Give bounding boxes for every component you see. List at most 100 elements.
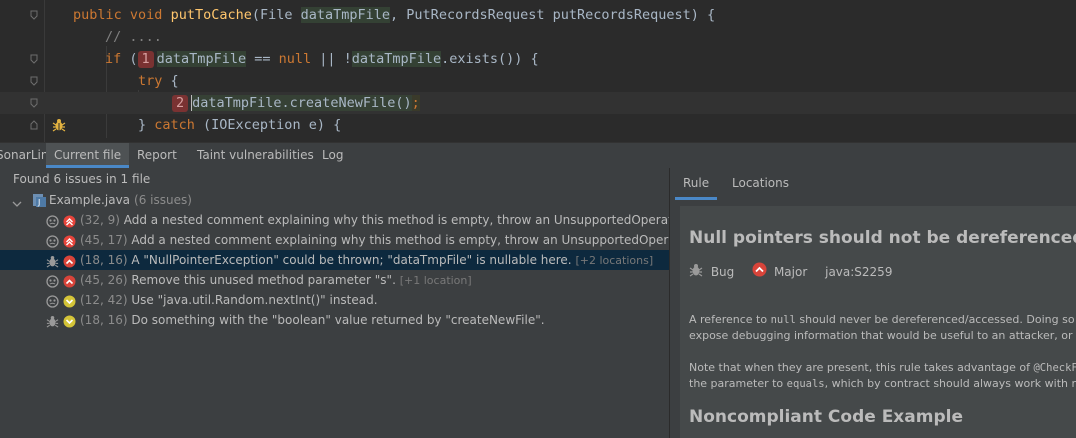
minor-severity-icon	[63, 294, 76, 308]
issue-location: (45, 17)	[80, 233, 128, 247]
rule-severity: Major	[773, 264, 808, 279]
issue-row[interactable]: (32, 9) Add a nested comment explaining …	[0, 210, 669, 230]
method-name: putToCache	[170, 7, 252, 23]
fold-marker-icon[interactable]	[30, 76, 38, 86]
inline-code: @CheckForNull	[1033, 362, 1076, 374]
inline-code: equals	[786, 378, 825, 390]
method-call: .createNewFile()	[281, 95, 412, 111]
text: should never be dereferenced/accessed. D…	[799, 313, 1076, 326]
location-badge[interactable]: 2	[172, 95, 189, 112]
keyword: public	[73, 7, 122, 23]
bug-icon	[46, 254, 59, 268]
rule-type: Bug	[710, 264, 735, 279]
rule-paragraph: expose debugging information that would …	[689, 329, 1076, 342]
rule-paragraph: the parameter to equals, which by contra…	[689, 376, 1076, 392]
issue-row[interactable]: (18, 16) A "NullPointerException" could …	[0, 250, 669, 270]
keyword: if	[105, 51, 122, 67]
bug-icon	[689, 263, 703, 282]
rule-title: Null pointers should not be dereferenced	[689, 228, 1076, 248]
code-text: }	[138, 117, 155, 133]
rule-paragraph: Note that when they are present, this ru…	[689, 360, 1076, 376]
variable-highlight: dataTmpFile	[300, 7, 391, 23]
fold-marker-icon[interactable]	[30, 98, 38, 108]
code-text: (IOException e) {	[194, 117, 342, 133]
code-text: (	[121, 51, 138, 67]
keyword: null	[278, 51, 312, 67]
issue-message: Use "java.util.Random.nextInt()" instead…	[131, 293, 378, 307]
code-text: (File	[251, 7, 301, 23]
issue-message: Remove this unused method parameter "s".	[131, 273, 396, 287]
tab-taint-vulnerabilities[interactable]: Taint vulnerabilities	[189, 143, 322, 168]
issue-message: Add a nested comment explaining why this…	[123, 213, 669, 227]
code-line: } catch (IOException e) {	[0, 114, 1076, 136]
issue-location: (12, 42)	[80, 293, 128, 307]
code-smell-icon	[46, 234, 59, 248]
code-comment: // ....	[105, 29, 162, 45]
major-severity-icon	[63, 254, 76, 268]
code-text: .exists()) {	[441, 51, 539, 67]
code-line: public void putToCache(File dataTmpFile,…	[0, 4, 1076, 26]
tab-rule[interactable]: Rule	[675, 168, 718, 200]
tab-report[interactable]: Report	[129, 143, 185, 168]
tab-log[interactable]: Log	[314, 143, 351, 168]
issue-message: Do something with the "boolean" value re…	[131, 313, 545, 327]
issue-location: (18, 16)	[80, 253, 128, 267]
major-severity-icon	[63, 274, 76, 288]
bug-icon	[46, 314, 59, 328]
file-name: Example.java	[49, 193, 131, 207]
keyword: try	[138, 73, 163, 89]
text: Note that when they are present, this ru…	[689, 361, 1034, 374]
code-text: {	[162, 73, 179, 89]
issues-summary: Found 6 issues in 1 file	[13, 172, 151, 186]
text: the parameter to	[689, 377, 787, 390]
code-editor[interactable]: public void putToCache(File dataTmpFile,…	[0, 0, 1076, 142]
text: A reference to	[689, 313, 771, 326]
code-smell-icon	[46, 274, 59, 288]
tool-window-header: SonarLint: Current file Report Taint vul…	[0, 142, 1076, 168]
code-smell-icon	[46, 294, 59, 308]
file-issue-count: (6 issues)	[134, 193, 192, 207]
issues-tree[interactable]: Found 6 issues in 1 file J Example.java(…	[0, 168, 669, 438]
issue-row[interactable]: (18, 16) Do something with the "boolean"…	[0, 310, 669, 330]
critical-severity-icon	[63, 234, 76, 248]
issue-location: (32, 9)	[80, 213, 120, 227]
code-text: || !	[311, 51, 352, 67]
code-line: if (1 dataTmpFile == null || !dataTmpFile…	[0, 48, 1076, 70]
code-line-active: 2 dataTmpFile.createNewFile();	[0, 92, 1076, 132]
tab-current-file[interactable]: Current file	[46, 143, 130, 168]
rule-meta: Bug Major java:S2259	[689, 262, 892, 280]
code-line: try {	[0, 70, 1076, 92]
keyword: catch	[154, 117, 195, 133]
issue-message: Add a nested comment explaining why this…	[131, 233, 669, 247]
location-badge[interactable]: 1	[137, 51, 154, 68]
rule-key: java:S2259	[825, 264, 893, 279]
issue-message: A "NullPointerException" could be thrown…	[131, 253, 572, 267]
rule-panel: Rule Locations Null pointers should not …	[669, 168, 1076, 438]
issue-row[interactable]: (45, 26) Remove this unused method param…	[0, 270, 669, 290]
issue-location: (45, 26)	[80, 273, 128, 287]
code-smell-icon	[46, 214, 59, 228]
variable-highlight: dataTmpFile	[156, 51, 247, 67]
text: , which by contract should always work w…	[824, 377, 1076, 390]
issue-location: (18, 16)	[80, 313, 128, 327]
variable-highlight: dataTmpFile	[351, 51, 442, 67]
fold-marker-icon[interactable]	[30, 54, 38, 64]
variable-highlight: dataTmpFile	[192, 95, 282, 111]
minor-severity-icon	[63, 314, 76, 328]
issue-row[interactable]: (12, 42) Use "java.util.Random.nextInt()…	[0, 290, 669, 310]
code-text: , PutRecordsRequest putRecordsRequest) {	[390, 7, 716, 23]
issue-row[interactable]: (45, 17) Add a nested comment explaining…	[0, 230, 669, 250]
keyword: void	[129, 7, 163, 23]
code-text: ;	[411, 95, 420, 111]
rule-paragraph: A reference to null should never be dere…	[689, 312, 1076, 328]
issue-extra-locations[interactable]: [+2 locations]	[575, 254, 653, 267]
file-node[interactable]: J Example.java (6 issues)	[0, 190, 669, 210]
rule-description: Null pointers should not be dereferenced…	[680, 206, 1076, 438]
issue-extra-locations[interactable]: [+1 location]	[400, 274, 472, 287]
fold-marker-icon[interactable]	[30, 10, 38, 20]
fold-marker-icon[interactable]	[30, 120, 38, 130]
code-text: ==	[246, 51, 279, 67]
tab-locations[interactable]: Locations	[724, 168, 797, 200]
section-heading: Noncompliant Code Example	[689, 407, 963, 427]
inline-code: null	[770, 314, 796, 326]
